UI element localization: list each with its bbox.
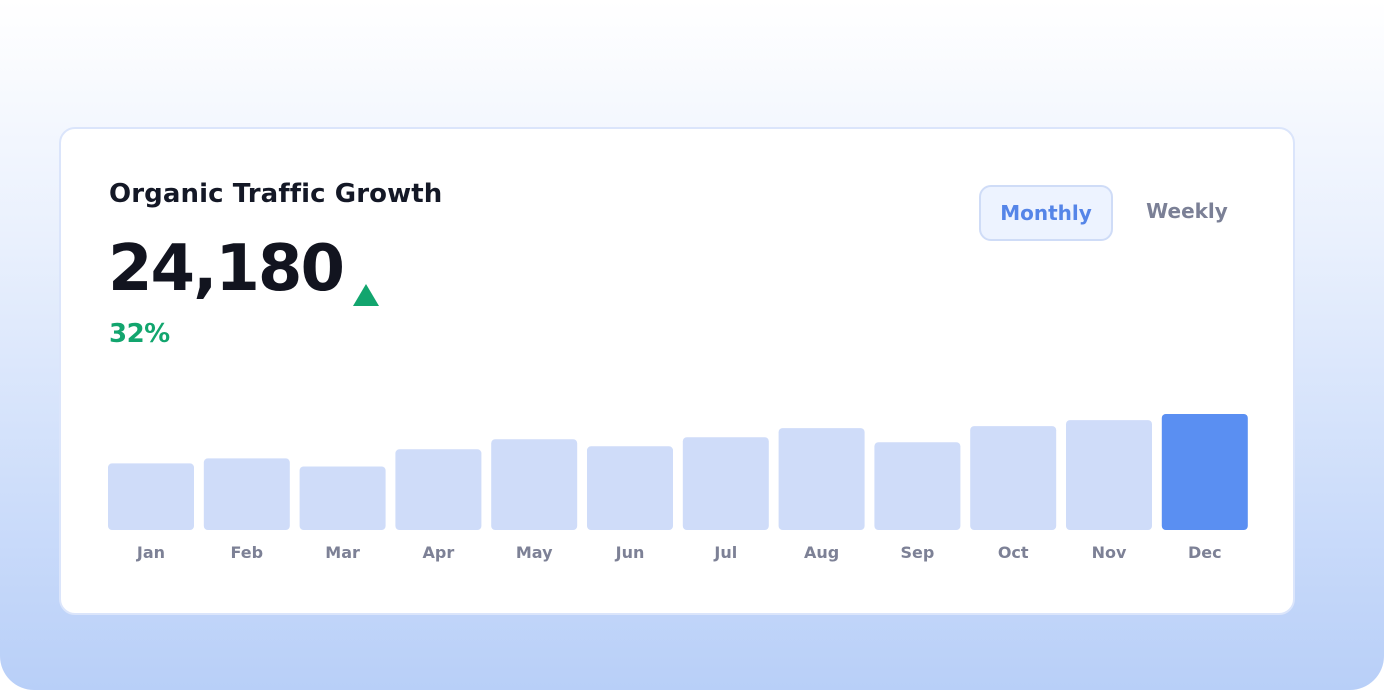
bar-dec [1161, 414, 1248, 530]
month-labels-group: Jan Feb Mar Apr May Jun Jul Aug Sep Oct Nov Dec [136, 543, 1222, 562]
bar-nov [1066, 420, 1152, 530]
bar-apr [395, 449, 482, 530]
traffic-bar-chart: Jan Feb Mar Apr May Jun Jul Aug Sep Oct Nov Dec [108, 414, 1248, 562]
bar-jan [108, 463, 194, 530]
month-label-oct: Oct [998, 543, 1029, 562]
month-label-sep: Sep [900, 543, 934, 562]
month-label-nov: Nov [1092, 543, 1127, 562]
bar-may [491, 439, 578, 530]
bar-mar [299, 466, 386, 530]
month-label-jan: Jan [136, 543, 165, 562]
month-label-jun: Jun [615, 543, 645, 562]
bar-jul [682, 437, 769, 530]
month-label-mar: Mar [325, 543, 360, 562]
month-label-feb: Feb [231, 543, 264, 562]
month-label-jul: Jul [713, 543, 737, 562]
bar-oct [970, 426, 1057, 530]
month-label-may: May [516, 543, 553, 562]
traffic-card: Organic Traffic Growth 24,180 32% Monthl… [59, 127, 1295, 615]
bar-jun [587, 446, 673, 530]
bar-feb [203, 458, 290, 530]
month-label-apr: Apr [423, 543, 455, 562]
bar-sep [874, 442, 961, 530]
bars-group [108, 414, 1248, 530]
bar-aug [778, 428, 865, 530]
month-label-aug: Aug [804, 543, 839, 562]
month-label-dec: Dec [1188, 543, 1222, 562]
